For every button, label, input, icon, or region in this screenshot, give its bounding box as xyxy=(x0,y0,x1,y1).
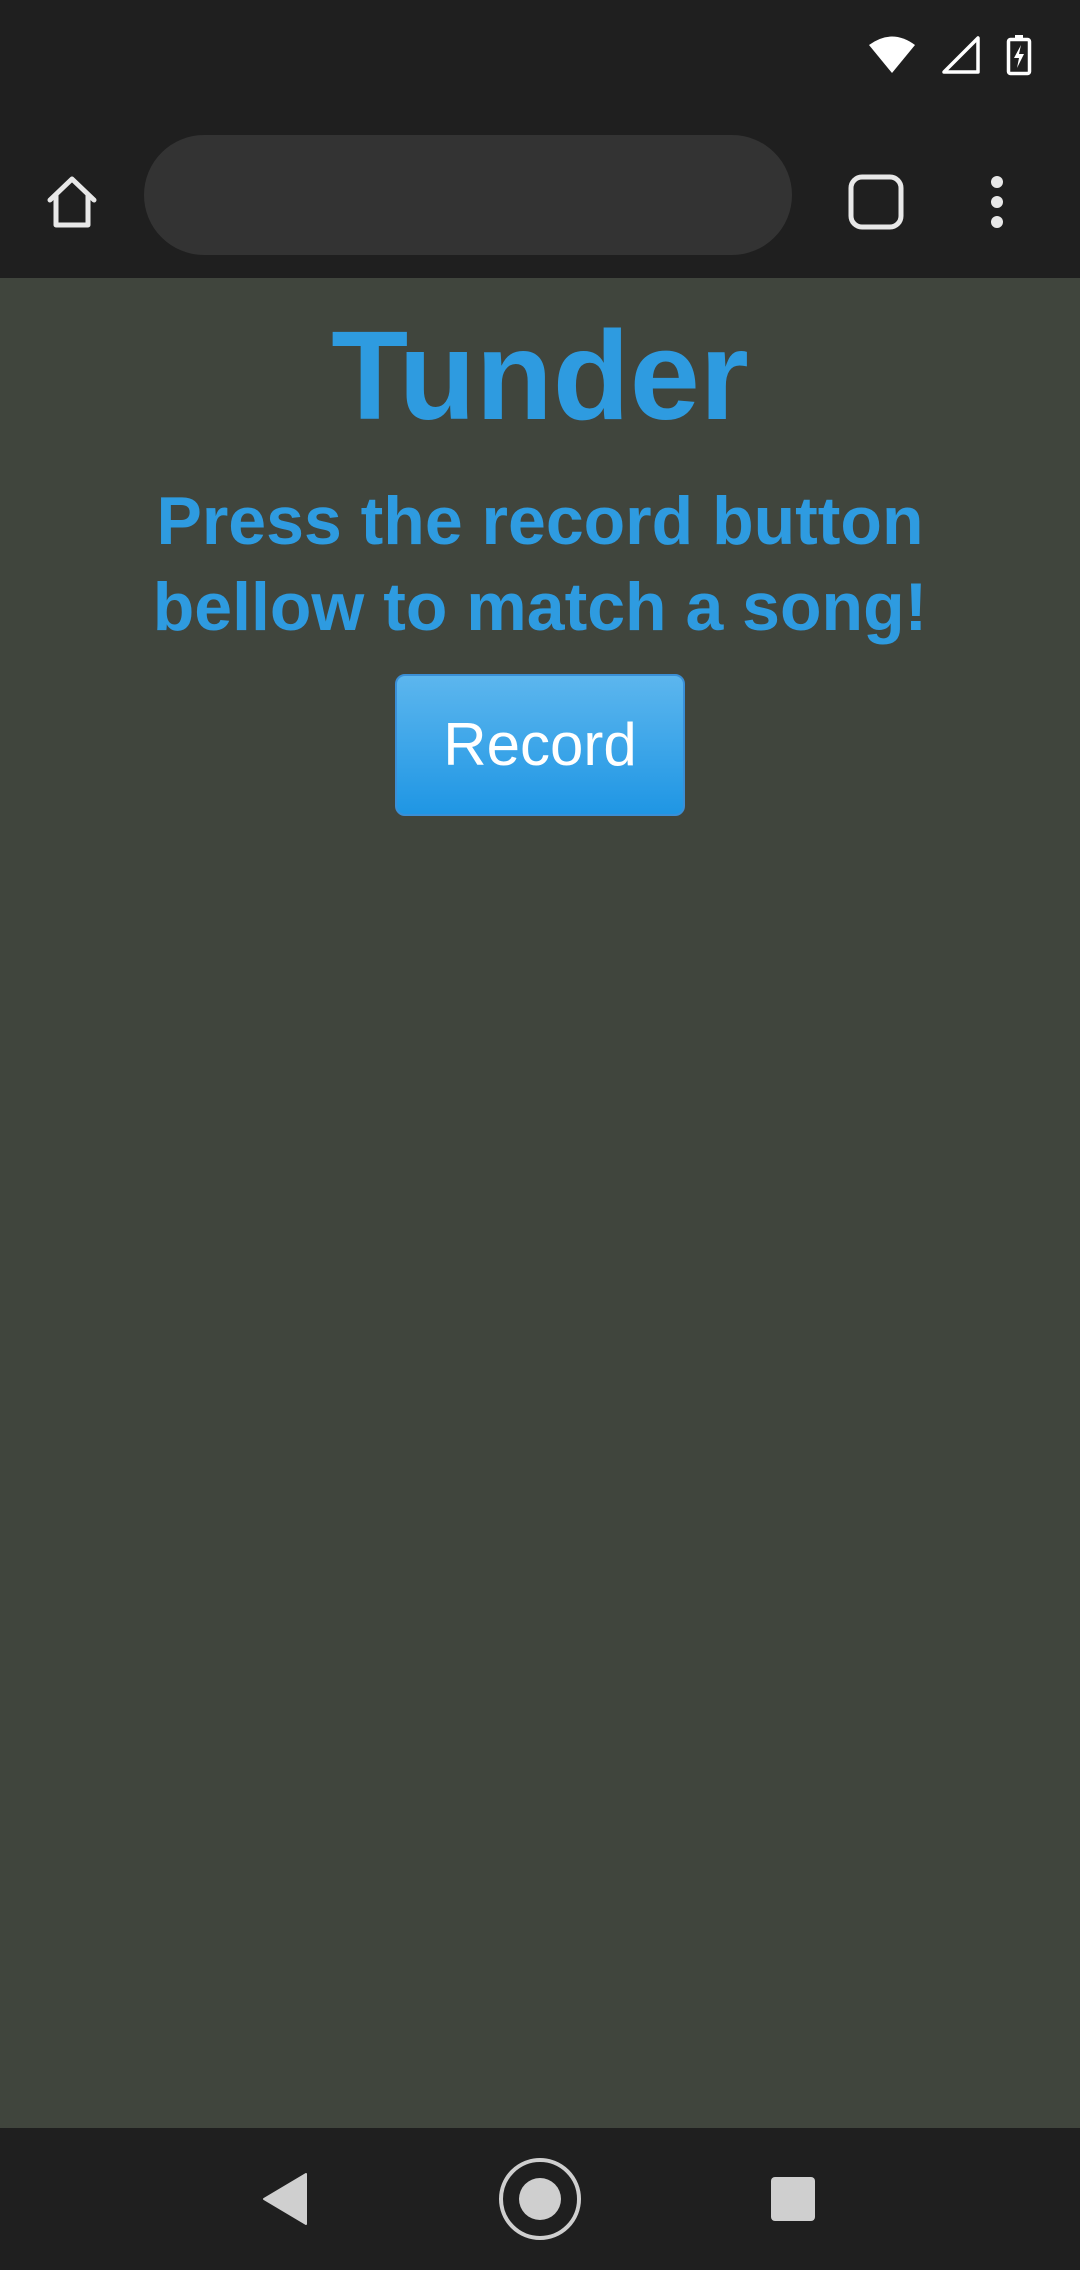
navigation-bar xyxy=(0,2128,1080,2270)
wifi-icon xyxy=(868,36,916,74)
cell-signal-icon xyxy=(942,36,980,74)
status-icons xyxy=(868,30,1032,80)
page-title: Tunder xyxy=(331,305,749,446)
browser-home-button[interactable] xyxy=(30,160,114,244)
browser-toolbar xyxy=(0,110,1080,278)
nav-recents-button[interactable] xyxy=(748,2154,838,2244)
status-bar xyxy=(0,0,1080,110)
web-page: Tunder Press the record button bellow to… xyxy=(0,278,1080,2128)
nav-back-button[interactable] xyxy=(240,2154,330,2244)
phone-screen: Tunder Press the record button bellow to… xyxy=(0,0,1080,2270)
address-bar[interactable] xyxy=(144,135,792,255)
tab-switcher-icon xyxy=(848,174,904,230)
nav-home-button[interactable] xyxy=(495,2154,585,2244)
back-icon xyxy=(263,2173,307,2225)
battery-charging-icon xyxy=(1006,34,1032,76)
recents-icon xyxy=(771,2177,815,2221)
tab-switcher-button[interactable] xyxy=(834,160,918,244)
instruction-text: Press the record button bellow to match … xyxy=(152,483,928,645)
more-vert-icon xyxy=(991,176,1003,228)
home-circle-icon xyxy=(499,2158,581,2240)
record-button[interactable]: Record xyxy=(395,674,685,816)
more-menu-button[interactable] xyxy=(955,160,1039,244)
home-icon xyxy=(47,176,97,228)
